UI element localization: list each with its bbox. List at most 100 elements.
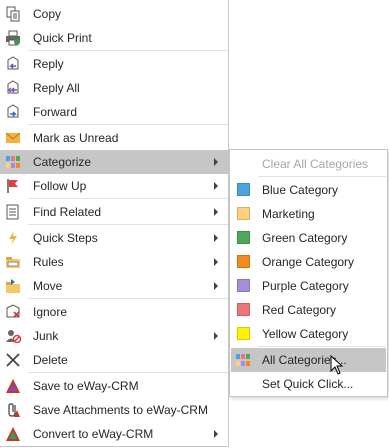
follow-up-menu-item[interactable]: Follow Up — [0, 174, 228, 198]
set-quick-click-item[interactable]: Set Quick Click... — [231, 372, 386, 396]
category-item-orange[interactable]: Orange Category — [231, 250, 386, 274]
move-label: Move — [33, 279, 63, 293]
submenu-arrow-icon — [214, 282, 218, 290]
category-color-swatch — [237, 279, 250, 292]
category-color-swatch — [237, 231, 250, 244]
separator — [28, 50, 228, 51]
reply-menu-item[interactable]: Reply — [0, 52, 228, 76]
mouse-cursor-icon — [330, 355, 344, 375]
copy-icon — [6, 6, 20, 22]
separator — [28, 224, 228, 225]
junk-menu-item[interactable]: Junk — [0, 324, 228, 348]
quick-steps-menu-item[interactable]: Quick Steps — [0, 226, 228, 250]
category-color-swatch — [237, 303, 250, 316]
eway-crm-icon — [6, 427, 20, 441]
move-menu-item[interactable]: Move — [0, 274, 228, 298]
junk-icon — [6, 330, 21, 344]
mark-as-unread-menu-item[interactable]: Mark as Unread — [0, 126, 228, 150]
all-categories-item[interactable]: All Categories... — [231, 348, 386, 372]
category-item-yellow[interactable]: Yellow Category — [231, 322, 386, 346]
category-color-swatch — [237, 183, 250, 196]
save-attachments-to-eway-label: Save Attachments to eWay-CRM — [33, 403, 208, 417]
reply-all-menu-item[interactable]: Reply All — [0, 76, 228, 100]
separator — [28, 372, 228, 373]
quick-print-label: Quick Print — [33, 31, 92, 45]
reply-icon — [7, 56, 19, 70]
flag-icon — [7, 179, 18, 193]
submenu-arrow-icon — [214, 234, 218, 242]
category-label: Orange Category — [262, 255, 355, 269]
quick-print-menu-item[interactable]: Quick Print — [0, 26, 228, 50]
category-item-marketing[interactable]: Marketing — [231, 202, 386, 226]
copy-menu-item[interactable]: Copy — [0, 2, 228, 26]
categorize-menu-item[interactable]: Categorize — [0, 150, 228, 174]
clear-all-categories-item[interactable]: Clear All Categories — [231, 152, 386, 176]
delete-label: Delete — [33, 353, 68, 367]
submenu-arrow-icon — [214, 258, 218, 266]
find-related-label: Find Related — [33, 205, 102, 219]
forward-menu-item[interactable]: Forward — [0, 100, 228, 124]
submenu-arrow-icon — [214, 208, 218, 216]
category-item-purple[interactable]: Purple Category — [231, 274, 386, 298]
junk-label: Junk — [33, 329, 59, 343]
reply-label: Reply — [33, 57, 64, 71]
envelope-icon — [5, 132, 21, 143]
category-color-swatch — [237, 207, 250, 220]
category-item-red[interactable]: Red Category — [231, 298, 386, 322]
ignore-label: Ignore — [33, 305, 68, 319]
quick-steps-label: Quick Steps — [33, 231, 98, 245]
save-to-eway-menu-item[interactable]: Save to eWay-CRM — [0, 374, 228, 398]
forward-label: Forward — [33, 105, 78, 119]
category-color-swatch — [237, 255, 250, 268]
convert-to-eway-menu-item[interactable]: Convert to eWay-CRM — [0, 422, 228, 446]
delete-menu-item[interactable]: Delete — [0, 348, 228, 372]
category-label: Blue Category — [262, 183, 339, 197]
submenu-arrow-icon — [214, 430, 218, 438]
categorize-icon — [236, 354, 250, 366]
category-color-swatch — [237, 327, 250, 340]
rules-icon — [6, 257, 20, 268]
submenu-arrow-icon — [214, 182, 218, 190]
categorize-icon — [6, 156, 20, 168]
find-related-icon — [6, 204, 19, 220]
rules-menu-item[interactable]: Rules — [0, 250, 228, 274]
category-item-green[interactable]: Green Category — [231, 226, 386, 250]
ignore-menu-item[interactable]: Ignore — [0, 300, 228, 324]
separator — [28, 298, 228, 299]
printer-icon — [6, 30, 20, 46]
category-label: Green Category — [262, 231, 348, 245]
categorize-label: Categorize — [33, 155, 92, 169]
reply-all-label: Reply All — [33, 81, 80, 95]
separator — [28, 198, 228, 199]
eway-crm-icon — [6, 379, 20, 393]
categorize-submenu: Clear All Categories Blue Category Marke… — [229, 149, 388, 397]
follow-up-label: Follow Up — [33, 179, 87, 193]
separator — [258, 176, 386, 177]
mark-as-unread-label: Mark as Unread — [33, 131, 119, 145]
forward-icon — [7, 104, 19, 118]
category-label: Red Category — [262, 303, 337, 317]
find-related-menu-item[interactable]: Find Related — [0, 200, 228, 224]
rules-label: Rules — [33, 255, 64, 269]
move-icon — [6, 279, 20, 293]
submenu-arrow-icon — [214, 158, 218, 166]
context-menu: Copy Quick Print Reply Reply All Forward — [0, 0, 229, 447]
copy-label: Copy — [33, 7, 62, 21]
separator — [28, 124, 228, 125]
set-quick-click-label: Set Quick Click... — [262, 377, 354, 391]
reply-all-icon — [7, 80, 19, 94]
category-label: Purple Category — [262, 279, 349, 293]
submenu-arrow-icon — [214, 332, 218, 340]
lightning-icon — [9, 231, 17, 245]
category-label: Marketing — [262, 207, 315, 221]
clear-all-categories-label: Clear All Categories — [262, 157, 369, 171]
category-label: Yellow Category — [262, 327, 349, 341]
ignore-icon — [6, 304, 20, 318]
separator — [258, 346, 386, 347]
category-item-blue[interactable]: Blue Category — [231, 178, 386, 202]
attachment-icon — [8, 403, 20, 417]
save-attachments-to-eway-menu-item[interactable]: Save Attachments to eWay-CRM — [0, 398, 228, 422]
save-to-eway-label: Save to eWay-CRM — [33, 379, 139, 393]
delete-icon — [6, 353, 20, 367]
convert-to-eway-label: Convert to eWay-CRM — [33, 427, 154, 441]
